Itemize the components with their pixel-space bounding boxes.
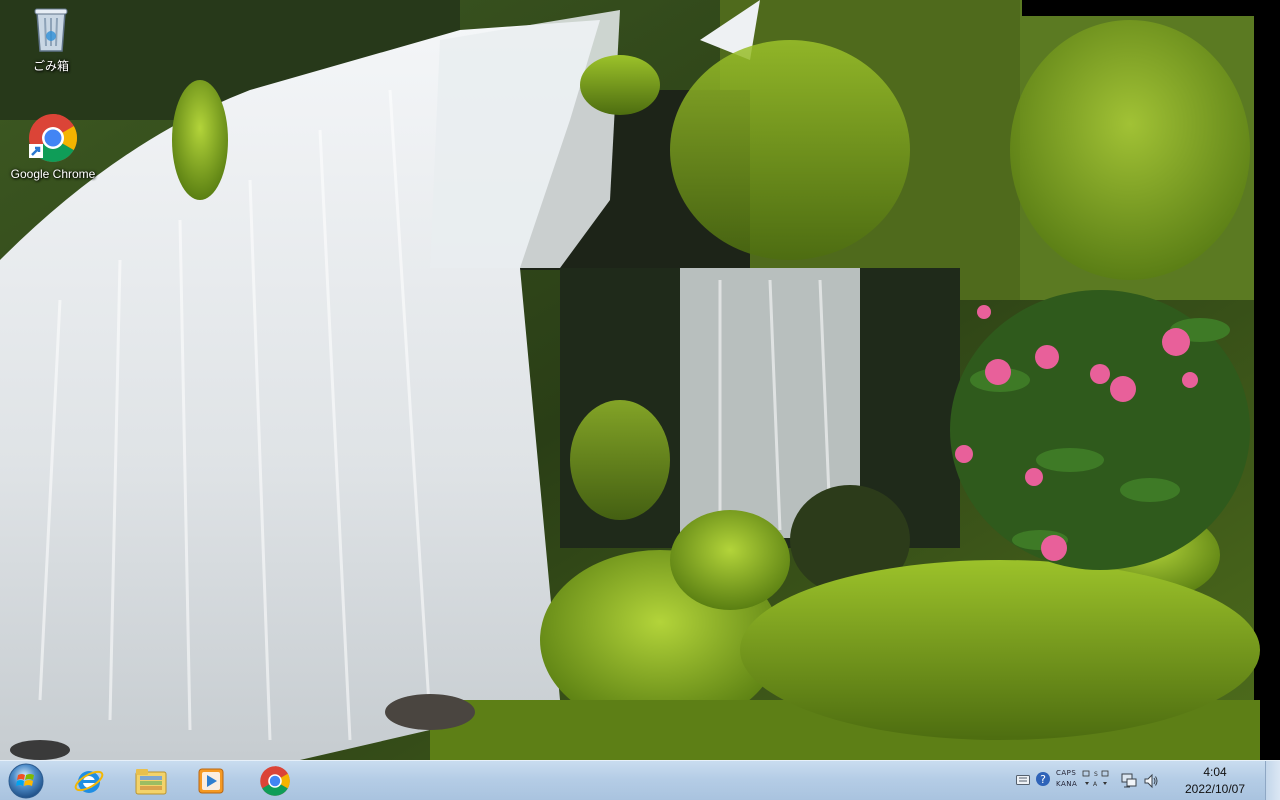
- chrome-icon: [29, 113, 78, 162]
- windows-orb-icon: [8, 763, 44, 799]
- taskbar-chrome-button[interactable]: [248, 762, 302, 799]
- network-icon[interactable]: [1121, 773, 1137, 789]
- volume-icon[interactable]: [1143, 773, 1159, 789]
- media-player-icon: [198, 768, 224, 793]
- internet-explorer-icon: [74, 770, 104, 793]
- ime-kana-indicator[interactable]: KANA: [1056, 780, 1077, 788]
- start-button[interactable]: [4, 762, 48, 800]
- recycle-bin-label: ごみ箱: [32, 59, 69, 73]
- svg-text:A: A: [1093, 781, 1098, 788]
- help-icon[interactable]: ?: [1035, 771, 1051, 787]
- desktop-wallpaper: [0, 0, 1280, 760]
- recycle-bin-desktop-icon[interactable]: ごみ箱: [0, 6, 104, 74]
- ime-mode-icons[interactable]: S A: [1082, 770, 1114, 790]
- taskbar: ? CAPS KANA S A 4:04 2022/10/07: [0, 760, 1280, 800]
- clock-time[interactable]: 4:04: [1175, 765, 1255, 779]
- ime-caps-indicator[interactable]: CAPS: [1056, 769, 1077, 777]
- keyboard-icon[interactable]: [1016, 775, 1030, 785]
- svg-text:?: ?: [1040, 773, 1046, 786]
- desktop[interactable]: ごみ箱 Google Chrome: [0, 0, 1280, 760]
- svg-text:S: S: [1094, 771, 1098, 778]
- taskbar-internet-explorer-button[interactable]: [62, 762, 116, 799]
- chrome-icon: [260, 765, 290, 796]
- folder-library-icon: [135, 768, 167, 794]
- chrome-label: Google Chrome: [10, 167, 96, 181]
- clock-date[interactable]: 2022/10/07: [1175, 782, 1255, 796]
- show-desktop-button[interactable]: [1265, 761, 1280, 800]
- system-tray: ? CAPS KANA S A 4:04 2022/10/07: [1010, 761, 1280, 800]
- taskbar-media-player-button[interactable]: [184, 762, 238, 799]
- taskbar-explorer-button[interactable]: [124, 762, 178, 799]
- chrome-desktop-icon[interactable]: Google Chrome: [0, 112, 106, 181]
- recycle-bin-icon: [34, 8, 68, 52]
